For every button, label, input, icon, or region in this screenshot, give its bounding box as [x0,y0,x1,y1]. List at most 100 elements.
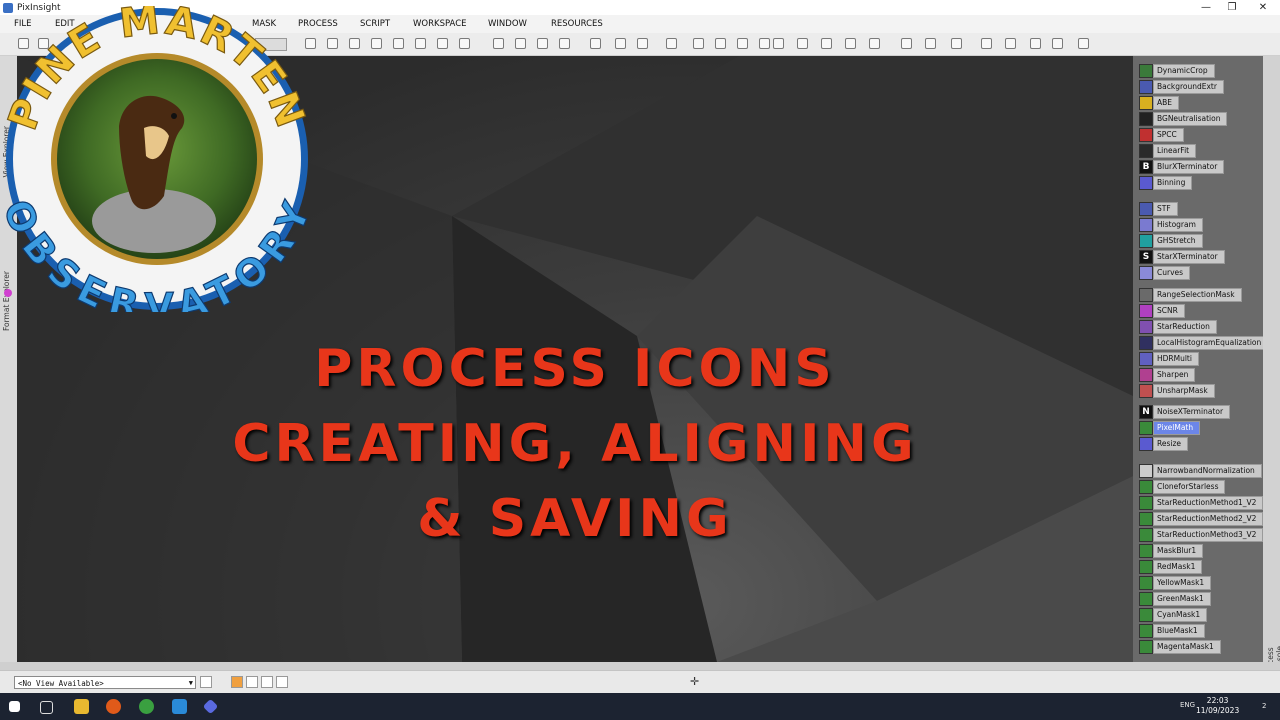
process-icon-label: RangeSelectionMask [1153,288,1242,302]
toolbar-tool-icon[interactable] [737,38,748,49]
toolbar-tool-icon[interactable] [1030,38,1041,49]
process-icon-maskblur1[interactable]: MaskBlur1 [1139,544,1204,558]
process-icon-starreduction[interactable]: StarReduction [1139,320,1217,334]
toolbar-tool-icon[interactable] [371,38,382,49]
toolbar-tool-icon[interactable] [327,38,338,49]
process-icon-pixelmath[interactable]: PixelMath [1139,421,1201,435]
close-button[interactable]: ✕ [1250,0,1276,15]
process-icon-starreductionmethod1-v2[interactable]: StarReductionMethod1_V2 [1139,496,1264,510]
process-icon-starxterminator[interactable]: S StarXTerminator [1139,250,1225,264]
toolbar-tool-icon[interactable] [845,38,856,49]
photos-app-icon[interactable] [172,699,187,714]
pixinsight-taskbar-icon[interactable] [202,698,219,715]
menu-window[interactable]: WINDOW [488,15,527,33]
script-icon [1139,640,1153,654]
process-icon-curves[interactable]: Curves [1139,266,1191,280]
process-icon-cyanmask1[interactable]: CyanMask1 [1139,608,1208,622]
workspace-4-button[interactable] [276,676,288,688]
script-icon [1139,576,1153,590]
toolbar-tool-icon[interactable] [715,38,726,49]
menu-resources[interactable]: RESOURCES [551,15,603,33]
process-icon-stf[interactable]: STF [1139,202,1178,216]
process-icon-redmask1[interactable]: RedMask1 [1139,560,1203,574]
process-icon-localhistogramequalization[interactable]: LocalHistogramEqualization [1139,336,1269,350]
process-icon-abe[interactable]: ABE [1139,96,1180,110]
firefox-icon[interactable] [106,699,121,714]
process-icon-histogram[interactable]: Histogram [1139,218,1203,232]
linearfit-icon [1139,144,1153,158]
process-icon-unsharpmask[interactable]: UnsharpMask [1139,384,1215,398]
windows-start-icon[interactable] [9,701,20,712]
view-selector[interactable]: <No View Available> ▼ [14,676,196,689]
process-icon-rangeselectionmask[interactable]: RangeSelectionMask [1139,288,1242,302]
process-icon-ghstretch[interactable]: GHStretch [1139,234,1203,248]
crosshair-icon[interactable]: ✛ [690,675,699,688]
notifications-count[interactable]: 2 [1262,702,1266,710]
toolbar-tool-icon[interactable] [493,38,504,49]
process-icon-starreductionmethod2-v2[interactable]: StarReductionMethod2_V2 [1139,512,1264,526]
toolbar-tool-icon[interactable] [901,38,912,49]
process-icon-blurxterminator[interactable]: B BlurXTerminator [1139,160,1225,174]
toolbar-tool-icon[interactable] [437,38,448,49]
toolbar-tool-icon[interactable] [759,38,770,49]
process-icon-spcc[interactable]: SPCC [1139,128,1184,142]
workspace-2-button[interactable] [246,676,258,688]
workspace-3-button[interactable] [261,676,273,688]
toolbar-tool-icon[interactable] [1078,38,1089,49]
toolbar-tool-icon[interactable] [1005,38,1016,49]
toolbar-tool-icon[interactable] [615,38,626,49]
process-icon-label: BlurXTerminator [1153,160,1225,174]
process-icon-scnr[interactable]: SCNR [1139,304,1185,318]
process-icon-yellowmask1[interactable]: YellowMask1 [1139,576,1212,590]
language-indicator[interactable]: ENG [1180,701,1195,709]
process-icon-bgneutralisation[interactable]: BGNeutralisation [1139,112,1228,126]
file-explorer-icon[interactable] [74,699,89,714]
view-options-button[interactable] [200,676,212,688]
toolbar-tool-icon[interactable] [415,38,426,49]
toolbar-tool-icon[interactable] [559,38,570,49]
workspace-scrollbar[interactable] [0,662,1280,670]
process-icon-narrowbandnormalization[interactable]: NarrowbandNormalization [1139,464,1262,478]
process-icon-linearfit[interactable]: LinearFit [1139,144,1197,158]
process-icon-label: StarReductionMethod3_V2 [1153,528,1264,542]
toolbar-tool-icon[interactable] [951,38,962,49]
toolbar-tool-icon[interactable] [459,38,470,49]
menu-script[interactable]: SCRIPT [360,15,390,33]
process-icon-label: STF [1153,202,1178,216]
minimize-button[interactable]: — [1193,0,1219,15]
menu-workspace[interactable]: WORKSPACE [413,15,467,33]
toolbar-tool-icon[interactable] [1052,38,1063,49]
chevron-down-icon: ▼ [188,679,193,687]
toolbar-tool-icon[interactable] [515,38,526,49]
toolbar-tool-icon[interactable] [693,38,704,49]
process-icon-bluemask1[interactable]: BlueMask1 [1139,624,1205,638]
process-icon-hdrmulti[interactable]: HDRMulti [1139,352,1199,366]
toolbar-tool-icon[interactable] [666,38,677,49]
toolbar-tool-icon[interactable] [349,38,360,49]
process-icon-noisexterminator[interactable]: N NoiseXTerminator [1139,405,1231,419]
process-icon-magentamask1[interactable]: MagentaMask1 [1139,640,1221,654]
toolbar-tool-icon[interactable] [590,38,601,49]
toolbar-tool-icon[interactable] [537,38,548,49]
toolbar-tool-icon[interactable] [773,38,784,49]
toolbar-tool-icon[interactable] [797,38,808,49]
process-icon-binning[interactable]: Binning [1139,176,1193,190]
process-icon-dynamiccrop[interactable]: DynamicCrop [1139,64,1215,78]
maximize-button[interactable]: ❐ [1219,0,1245,15]
toolbar-tool-icon[interactable] [925,38,936,49]
process-icon-greenmask1[interactable]: GreenMask1 [1139,592,1211,606]
system-clock[interactable]: 22:03 11/09/2023 [1196,696,1239,716]
workspace-1-button[interactable] [231,676,243,688]
toolbar-tool-icon[interactable] [821,38,832,49]
toolbar-tool-icon[interactable] [637,38,648,49]
toolbar-tool-icon[interactable] [981,38,992,49]
process-icon-backgroundextr[interactable]: BackgroundExtr [1139,80,1224,94]
toolbar-tool-icon[interactable] [869,38,880,49]
chrome-icon[interactable] [139,699,154,714]
task-view-icon[interactable] [40,701,53,714]
process-icon-sharpen[interactable]: Sharpen [1139,368,1196,382]
toolbar-tool-icon[interactable] [393,38,404,49]
process-icon-resize[interactable]: Resize [1139,437,1189,451]
process-icon-cloneforstarless[interactable]: CloneforStarless [1139,480,1226,494]
process-icon-starreductionmethod3-v2[interactable]: StarReductionMethod3_V2 [1139,528,1264,542]
